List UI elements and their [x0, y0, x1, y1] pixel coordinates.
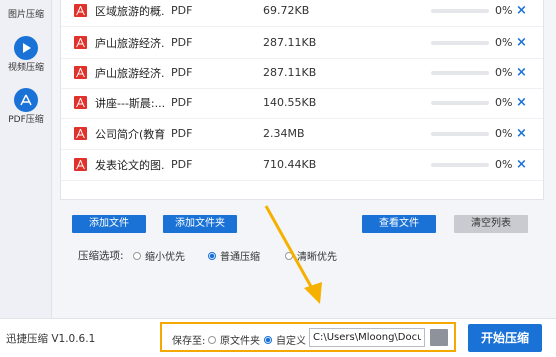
table-row[interactable]: 庐山旅游经济... PDF 287.11KB 0% ×	[61, 57, 543, 89]
radio-button[interactable]	[208, 335, 216, 344]
file-size: 69.72KB	[263, 4, 310, 17]
close-icon[interactable]: ×	[516, 126, 527, 141]
play-icon	[14, 36, 38, 60]
radio-custom-folder[interactable]: 自定义	[264, 332, 306, 347]
progress-percent: 0%	[495, 4, 513, 17]
start-compress-button[interactable]: 开始压缩	[468, 324, 542, 352]
radio-button[interactable]	[264, 335, 272, 344]
file-list: 区域旅游的概... PDF 69.72KB 0% × 庐山旅游经济... PDF…	[60, 0, 544, 200]
radio-label: 原文件夹	[220, 336, 260, 347]
save-location-box: 保存至: 原文件夹 自定义	[160, 322, 456, 352]
progress-bar	[431, 131, 489, 136]
file-name: 庐山旅游经济...	[95, 36, 165, 50]
close-icon[interactable]: ×	[516, 157, 527, 172]
progress-bar	[431, 100, 489, 105]
progress-bar	[431, 8, 489, 13]
progress-bar	[431, 70, 489, 75]
compression-options-label: 压缩选项:	[78, 250, 124, 262]
add-file-button[interactable]: 添加文件	[72, 215, 146, 233]
view-file-button[interactable]: 查看文件	[362, 215, 436, 233]
file-size: 710.44KB	[263, 158, 317, 171]
radio-original-folder[interactable]: 原文件夹	[208, 332, 260, 347]
pdf-file-icon	[74, 96, 87, 109]
pdf-file-icon	[74, 4, 87, 17]
table-row[interactable]: 区域旅游的概... PDF 69.72KB 0% ×	[61, 0, 543, 27]
radio-button[interactable]	[208, 251, 216, 260]
file-type: PDF	[171, 4, 193, 17]
progress-bar	[431, 162, 489, 167]
radio-label: 缩小优先	[145, 252, 185, 263]
close-icon[interactable]: ×	[516, 95, 527, 110]
sidebar-item-label: 视频压缩	[7, 63, 44, 73]
version-label: 迅捷压缩 V1.0.6.1	[6, 333, 96, 345]
radio-normal-compress[interactable]: 普通压缩	[208, 248, 260, 263]
table-row[interactable]: 讲座---斯晨:... PDF 140.55KB 0% ×	[61, 87, 543, 119]
file-type: PDF	[171, 158, 193, 171]
save-path-input[interactable]	[309, 328, 425, 347]
pdf-icon	[14, 88, 38, 112]
sidebar-item-label: PDF压缩	[8, 115, 44, 125]
pdf-file-icon	[74, 127, 87, 140]
file-name: 发表论文的图...	[95, 158, 165, 172]
footer-bar: 迅捷压缩 V1.0.6.1 保存至: 原文件夹 自定义 开始压缩	[0, 318, 556, 357]
sidebar-item-video-compress[interactable]: 视频压缩	[0, 36, 52, 74]
sidebar-item-pdf-compress[interactable]: PDF压缩	[0, 88, 52, 126]
file-type: PDF	[171, 96, 193, 109]
sidebar-item-image-compress[interactable]: 图片压缩	[0, 0, 52, 21]
sidebar: 图片压缩 视频压缩 PDF压缩	[0, 0, 52, 318]
file-name: 区域旅游的概...	[95, 4, 165, 18]
sidebar-item-label: 图片压缩	[7, 10, 44, 20]
progress-bar	[431, 40, 489, 45]
file-size: 2.34MB	[263, 127, 305, 140]
table-row[interactable]: 发表论文的图... PDF 710.44KB 0% ×	[61, 149, 543, 181]
progress-percent: 0%	[495, 36, 513, 49]
file-size: 140.55KB	[263, 96, 317, 109]
table-row[interactable]: 公司简介(教育... PDF 2.34MB 0% ×	[61, 118, 543, 150]
progress-percent: 0%	[495, 96, 513, 109]
progress-percent: 0%	[495, 127, 513, 140]
radio-label: 普通压缩	[220, 252, 260, 263]
add-folder-button[interactable]: 添加文件夹	[163, 215, 237, 233]
close-icon[interactable]: ×	[516, 35, 527, 50]
pdf-file-icon	[74, 66, 87, 79]
save-to-label: 保存至:	[172, 336, 206, 347]
table-row[interactable]: 庐山旅游经济... PDF 287.11KB 0% ×	[61, 27, 543, 59]
file-type: PDF	[171, 66, 193, 79]
folder-icon[interactable]	[430, 329, 448, 346]
pdf-file-icon	[74, 158, 87, 171]
radio-button[interactable]	[133, 251, 141, 260]
radio-shrink-priority[interactable]: 缩小优先	[133, 248, 185, 263]
progress-percent: 0%	[495, 66, 513, 79]
file-type: PDF	[171, 127, 193, 140]
file-name: 讲座---斯晨:...	[95, 96, 165, 110]
radio-label: 自定义	[276, 336, 306, 347]
annotation-arrow	[264, 205, 322, 304]
file-name: 庐山旅游经济...	[95, 66, 165, 80]
file-name: 公司简介(教育...	[95, 127, 165, 141]
clear-list-button[interactable]: 清空列表	[454, 215, 528, 233]
close-icon[interactable]: ×	[516, 65, 527, 80]
file-type: PDF	[171, 36, 193, 49]
file-size: 287.11KB	[263, 36, 317, 49]
progress-percent: 0%	[495, 158, 513, 171]
close-icon[interactable]: ×	[516, 3, 527, 18]
pdf-file-icon	[74, 36, 87, 49]
file-size: 287.11KB	[263, 66, 317, 79]
